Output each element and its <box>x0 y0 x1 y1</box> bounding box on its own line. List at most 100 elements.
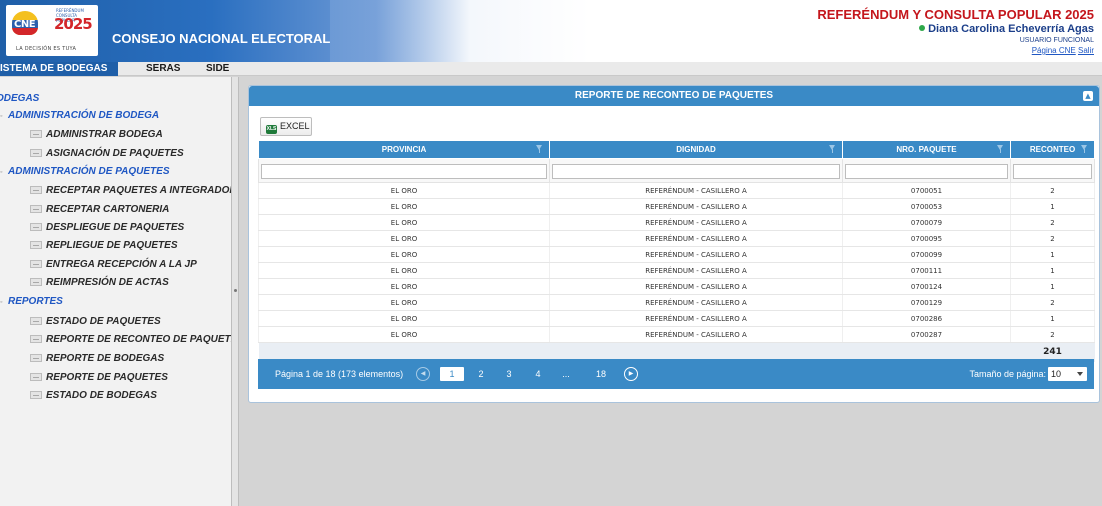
sidebar-item-label: ESTADO DE PAQUETES <box>46 316 161 327</box>
filter-icon[interactable] <box>997 145 1004 154</box>
grid-body: EL ORO REFERÉNDUM - CASILLERO A 0700051 2 EL… <box>258 182 1095 343</box>
sidebar-item-despliegue-paquetes[interactable]: DESPLIEGUE DE PAQUETES <box>30 222 184 233</box>
table-cell: EL ORO <box>258 230 550 247</box>
sidebar-item-repliegue-paquetes[interactable]: REPLIEGUE DE PAQUETES <box>30 240 178 251</box>
sidebar-item-label: REPLIEGUE DE PAQUETES <box>46 240 178 251</box>
filter-icon[interactable] <box>536 145 543 154</box>
column-header-dignidad[interactable]: DIGNIDAD <box>549 140 843 159</box>
page-ellipsis[interactable]: ... <box>558 367 574 381</box>
sidebar-root-bodegas[interactable]: ODEGAS <box>0 93 39 104</box>
table-cell: REFERÉNDUM - CASILLERO A <box>549 214 843 231</box>
page-icon <box>30 223 42 231</box>
table-row[interactable]: EL ORO REFERÉNDUM - CASILLERO A 0700124 1 <box>258 278 1095 295</box>
table-cell: REFERÉNDUM - CASILLERO A <box>549 198 843 215</box>
next-page-icon[interactable]: ▶ <box>624 367 638 381</box>
sidebar-item-reimpresion-actas[interactable]: REIMPRESIÓN DE ACTAS <box>30 277 169 288</box>
table-row[interactable]: EL ORO REFERÉNDUM - CASILLERO A 0700129 2 <box>258 294 1095 311</box>
page-icon <box>30 260 42 268</box>
sidebar-item-asignacion-paquetes[interactable]: ASIGNACIÓN DE PAQUETES <box>30 148 184 159</box>
sidebar-group-reportes[interactable]: ◦ REPORTES <box>0 296 63 307</box>
page-button-2[interactable]: 2 <box>474 367 488 381</box>
sidebar-group-admin-bodega[interactable]: ◦ ADMINISTRACIÓN DE BODEGA <box>0 110 159 121</box>
table-row[interactable]: EL ORO REFERÉNDUM - CASILLERO A 0700287 2 <box>258 326 1095 343</box>
table-row[interactable]: EL ORO REFERÉNDUM - CASILLERO A 0700051 2 <box>258 182 1095 199</box>
column-header-provincia[interactable]: PROVINCIA <box>258 140 550 159</box>
prev-page-icon[interactable]: ◀ <box>416 367 430 381</box>
collapse-icon[interactable]: ▲ <box>1083 91 1093 101</box>
page-button-3[interactable]: 3 <box>502 367 516 381</box>
sidebar-item-estado-paquetes[interactable]: ESTADO DE PAQUETES <box>30 316 161 327</box>
header-links: Página CNE Salir <box>817 46 1094 56</box>
sidebar-item-label: ENTREGA RECEPCIÓN A LA JP <box>46 259 197 270</box>
column-header-nro-paquete[interactable]: NRO. PAQUETE <box>842 140 1011 159</box>
page-size-select[interactable]: 10 <box>1048 367 1087 381</box>
table-cell: 0700111 <box>842 262 1011 279</box>
table-cell: 0700129 <box>842 294 1011 311</box>
sidebar-item-estado-bodegas[interactable]: ESTADO DE BODEGAS <box>30 390 157 401</box>
table-cell: 0700286 <box>842 310 1011 327</box>
column-header-reconteo[interactable]: RECONTEO <box>1010 140 1095 159</box>
user-role: USUARIO FUNCIONAL <box>1019 37 1094 44</box>
nav-tab-side[interactable]: SIDE <box>206 62 236 76</box>
sidebar-item-reporte-bodegas[interactable]: REPORTE DE BODEGAS <box>30 353 164 364</box>
header: CNE REFERÉNDUM CONSULTA POPULAR 2025 LA … <box>0 0 1102 62</box>
panel-header: REPORTE DE RECONTEO DE PAQUETES ▲ <box>249 86 1099 106</box>
sidebar-item-label: REIMPRESIÓN DE ACTAS <box>46 277 169 288</box>
table-cell: 0700079 <box>842 214 1011 231</box>
page-size-value: 10 <box>1051 369 1062 379</box>
cne-logo[interactable]: CNE REFERÉNDUM CONSULTA POPULAR 2025 LA … <box>6 5 98 56</box>
page-size-label: Tamaño de página: <box>969 369 1046 379</box>
column-header-label: DIGNIDAD <box>676 145 716 154</box>
chevron-down-icon <box>1077 372 1083 376</box>
filter-icon[interactable] <box>1081 145 1088 154</box>
page-button-18[interactable]: 18 <box>592 367 610 381</box>
sidebar-item-reporte-paquetes[interactable]: REPORTE DE PAQUETES <box>30 372 168 383</box>
filter-icon[interactable] <box>829 145 836 154</box>
report-grid: PROVINCIA DIGNIDAD NRO. PAQUETE RECONTEO… <box>258 140 1095 362</box>
table-cell: EL ORO <box>258 214 550 231</box>
nav-tab-sistema-bodegas[interactable]: ISTEMA DE BODEGAS <box>0 62 118 76</box>
sidebar-group-label: ADMINISTRACIÓN DE BODEGA <box>8 110 160 121</box>
table-cell: EL ORO <box>258 182 550 199</box>
table-row[interactable]: EL ORO REFERÉNDUM - CASILLERO A 0700286 1 <box>258 310 1095 327</box>
sidebar-item-reporte-reconteo[interactable]: REPORTE DE RECONTEO DE PAQUETES <box>30 334 231 345</box>
sidebar-item-receptar-cartoneria[interactable]: RECEPTAR CARTONERIA <box>30 204 169 215</box>
table-cell: EL ORO <box>258 246 550 263</box>
expand-icon[interactable]: ◦ <box>0 113 5 121</box>
filter-input-reconteo[interactable] <box>1013 164 1092 179</box>
sidebar-item-administrar-bodega[interactable]: ADMINISTRAR BODEGA <box>30 129 163 140</box>
sidebar-item-receptar-paquetes[interactable]: RECEPTAR PAQUETES A INTEGRADORA <box>30 185 232 196</box>
table-row[interactable]: EL ORO REFERÉNDUM - CASILLERO A 0700053 1 <box>258 198 1095 215</box>
table-cell: REFERÉNDUM - CASILLERO A <box>549 246 843 263</box>
table-cell: EL ORO <box>258 326 550 343</box>
nav-tab-seras[interactable]: SERAS <box>146 62 186 76</box>
table-row[interactable]: EL ORO REFERÉNDUM - CASILLERO A 0700079 2 <box>258 214 1095 231</box>
page-button-1[interactable]: 1 <box>440 367 464 381</box>
page-icon <box>30 278 42 286</box>
table-cell: 1 <box>1010 310 1095 327</box>
expand-icon[interactable]: ◦ <box>0 299 5 307</box>
expand-icon[interactable]: ◦ <box>0 169 5 177</box>
sidebar-group-label: REPORTES <box>8 296 63 307</box>
cne-page-link[interactable]: Página CNE <box>1032 46 1076 55</box>
excel-export-button[interactable]: XLS EXCEL <box>260 117 312 136</box>
filter-input-dignidad[interactable] <box>552 164 840 179</box>
sidebar-item-label: RECEPTAR PAQUETES A INTEGRADORA <box>46 185 232 196</box>
logo-tagline: LA DECISIÓN ES TUYA <box>16 46 77 52</box>
sidebar-splitter[interactable] <box>232 77 239 506</box>
logout-link[interactable]: Salir <box>1078 46 1094 55</box>
table-cell: 0700053 <box>842 198 1011 215</box>
page-button-4[interactable]: 4 <box>531 367 545 381</box>
sidebar-group-admin-paquetes[interactable]: ◦ ADMINISTRACIÓN DE PAQUETES <box>0 166 170 177</box>
user-name-text: Diana Carolina Echeverría Agas <box>928 23 1094 35</box>
filter-input-nro-paquete[interactable] <box>845 164 1008 179</box>
sidebar-item-label: ESTADO DE BODEGAS <box>46 390 157 401</box>
filter-input-provincia[interactable] <box>261 164 547 179</box>
table-row[interactable]: EL ORO REFERÉNDUM - CASILLERO A 0700099 1 <box>258 246 1095 263</box>
table-row[interactable]: EL ORO REFERÉNDUM - CASILLERO A 0700095 2 <box>258 230 1095 247</box>
table-cell: 0700287 <box>842 326 1011 343</box>
sidebar-item-entrega-recepcion[interactable]: ENTREGA RECEPCIÓN A LA JP <box>30 259 197 270</box>
sidebar-group-label: ADMINISTRACIÓN DE PAQUETES <box>8 166 170 177</box>
table-cell: 1 <box>1010 262 1095 279</box>
table-row[interactable]: EL ORO REFERÉNDUM - CASILLERO A 0700111 1 <box>258 262 1095 279</box>
